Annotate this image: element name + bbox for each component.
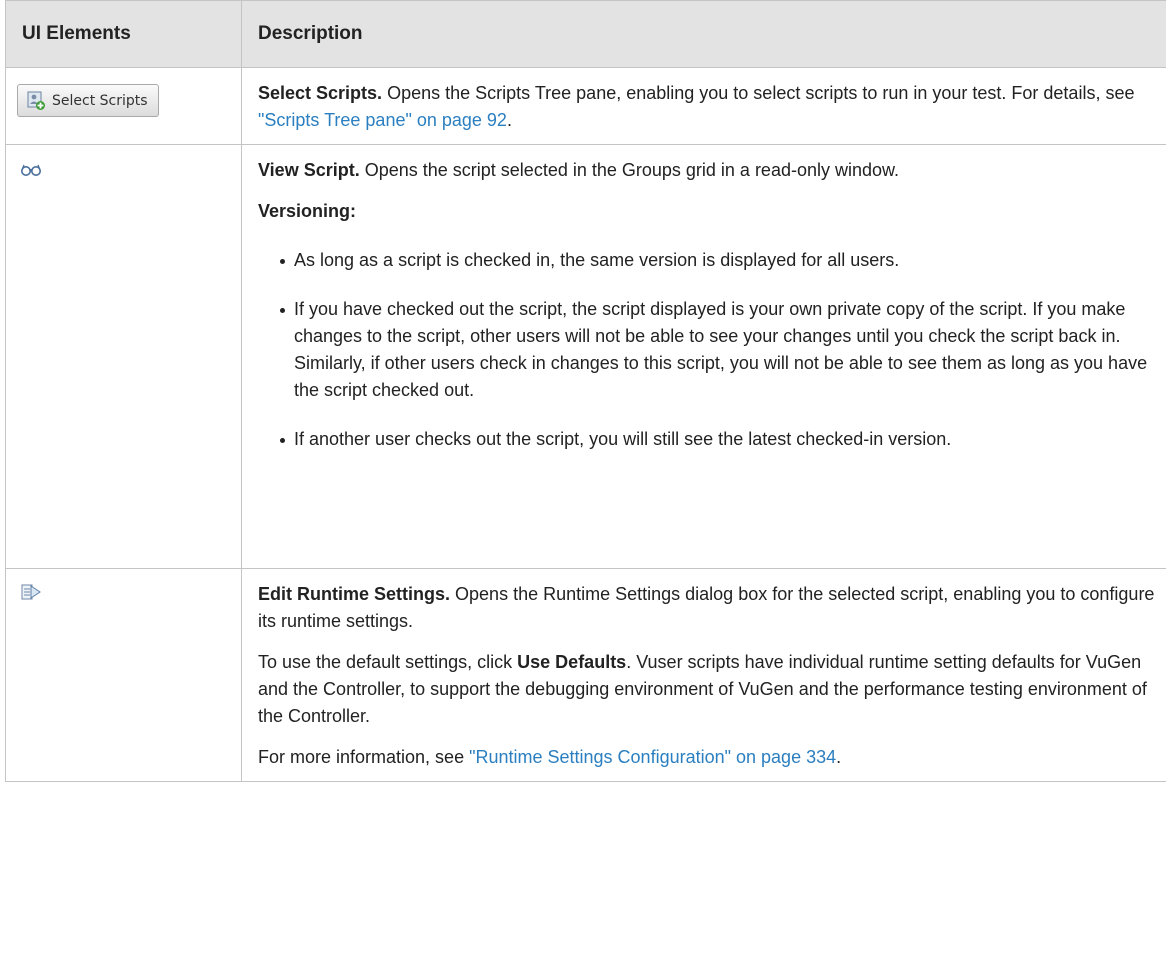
scripts-tree-pane-link[interactable]: "Scripts Tree pane" on page 92 bbox=[258, 110, 507, 130]
row-text: Opens the Scripts Tree pane, enabling yo… bbox=[387, 83, 1135, 103]
row-title: Edit Runtime Settings. bbox=[258, 584, 451, 604]
list-item: If you have checked out the script, the … bbox=[280, 296, 1155, 404]
row-title: View Script. bbox=[258, 160, 360, 180]
description-cell: View Script. Opens the script selected i… bbox=[241, 144, 1166, 569]
versioning-list: As long as a script is checked in, the s… bbox=[258, 247, 1155, 453]
header-ui-elements: UI Elements bbox=[5, 0, 242, 68]
list-item: As long as a script is checked in, the s… bbox=[280, 247, 1155, 274]
edit-runtime-settings-icon[interactable] bbox=[20, 581, 42, 603]
table-row: View Script. Opens the script selected i… bbox=[5, 144, 1166, 569]
ui-element-cell bbox=[5, 144, 242, 569]
select-scripts-button[interactable]: Select Scripts bbox=[17, 84, 159, 117]
row-para3-before: For more information, see bbox=[258, 747, 465, 767]
row-text-after: . bbox=[506, 110, 512, 130]
table-row: Select Scripts Select Scripts. Opens the… bbox=[5, 67, 1166, 145]
row-para2-before: To use the default settings, click bbox=[258, 652, 513, 672]
ui-elements-table: UI Elements Description Select Scripts S… bbox=[5, 0, 1166, 782]
header-description: Description bbox=[241, 0, 1166, 68]
table-header-row: UI Elements Description bbox=[5, 0, 1166, 68]
table-row: Edit Runtime Settings. Opens the Runtime… bbox=[5, 568, 1166, 782]
view-script-glasses-icon[interactable] bbox=[20, 159, 42, 181]
select-scripts-label: Select Scripts bbox=[52, 92, 148, 109]
use-defaults-label: Use Defaults bbox=[517, 652, 627, 672]
versioning-subheading: Versioning: bbox=[258, 201, 357, 221]
row-text: Opens the script selected in the Groups … bbox=[364, 160, 900, 180]
runtime-settings-configuration-link[interactable]: "Runtime Settings Configuration" on page… bbox=[469, 747, 836, 767]
ui-element-cell: Select Scripts bbox=[5, 67, 242, 145]
row-para3-after: . bbox=[836, 747, 842, 767]
description-cell: Edit Runtime Settings. Opens the Runtime… bbox=[241, 568, 1166, 782]
row-title: Select Scripts. bbox=[258, 83, 383, 103]
list-item: If another user checks out the script, y… bbox=[280, 426, 1155, 453]
description-cell: Select Scripts. Opens the Scripts Tree p… bbox=[241, 67, 1166, 145]
ui-element-cell bbox=[5, 568, 242, 782]
select-scripts-icon bbox=[26, 91, 46, 111]
